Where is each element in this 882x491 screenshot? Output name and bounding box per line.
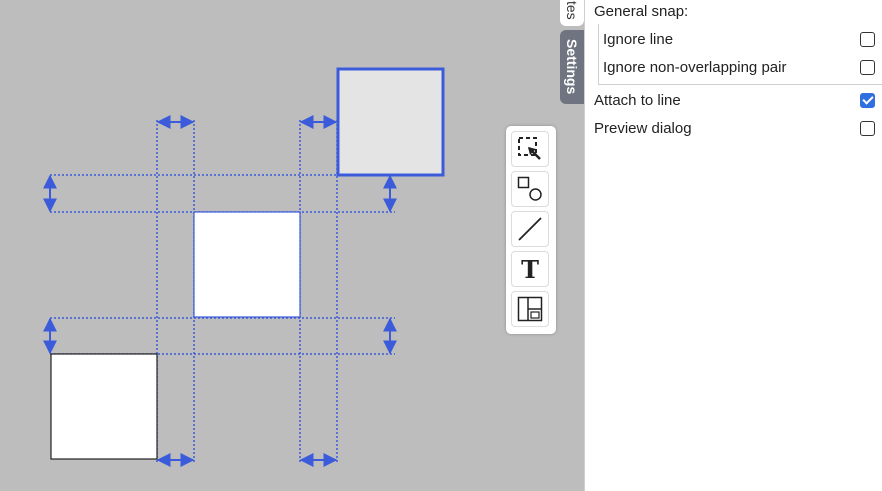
settings-panel: General snap: Ignore line Ignore non-ove…: [584, 0, 882, 491]
tab-settings-label: Settings: [564, 39, 580, 95]
general-snap-heading: General snap:: [594, 3, 689, 20]
tab-settings[interactable]: Settings: [560, 30, 584, 104]
tool-palette: T: [506, 126, 556, 334]
line-icon: [518, 217, 542, 241]
attach-to-line-label: Attach to line: [594, 92, 681, 109]
ignore-non-overlapping-row[interactable]: Ignore non-overlapping pair: [603, 59, 875, 76]
ignore-line-label: Ignore line: [603, 31, 674, 48]
zoom-select-tool-button[interactable]: [511, 131, 549, 167]
text-tool-button[interactable]: T: [511, 251, 549, 287]
ignore-line-row[interactable]: Ignore line: [603, 31, 875, 48]
layout-icon: [517, 296, 543, 322]
line-tool-button[interactable]: [511, 211, 549, 247]
ignore-non-overlapping-label: Ignore non-overlapping pair: [603, 59, 787, 76]
preview-dialog-checkbox[interactable]: [860, 121, 875, 136]
layout-tool-button[interactable]: [511, 291, 549, 327]
shape-selected-top-right: [336, 67, 445, 177]
text-icon: T: [521, 254, 539, 284]
shape-bottom-left: [50, 353, 158, 460]
side-tab-strip: tes Settings: [560, 0, 584, 491]
tab-notes[interactable]: tes: [560, 0, 584, 26]
zoom-select-icon: [518, 137, 541, 160]
preview-dialog-row[interactable]: Preview dialog: [594, 120, 875, 137]
canvas-area[interactable]: [0, 0, 560, 491]
shape-middle: [193, 211, 301, 318]
shapes-tool-button[interactable]: [511, 171, 549, 207]
snap-guides-drawing: [43, 67, 445, 467]
tab-notes-label: tes: [564, 0, 580, 20]
attach-to-line-row[interactable]: Attach to line: [594, 92, 875, 109]
attach-to-line-checkbox[interactable]: [860, 93, 875, 108]
preview-dialog-label: Preview dialog: [594, 120, 692, 137]
ignore-non-overlapping-checkbox[interactable]: [860, 60, 875, 75]
shapes-icon: [517, 176, 542, 201]
ignore-line-checkbox[interactable]: [860, 32, 875, 47]
